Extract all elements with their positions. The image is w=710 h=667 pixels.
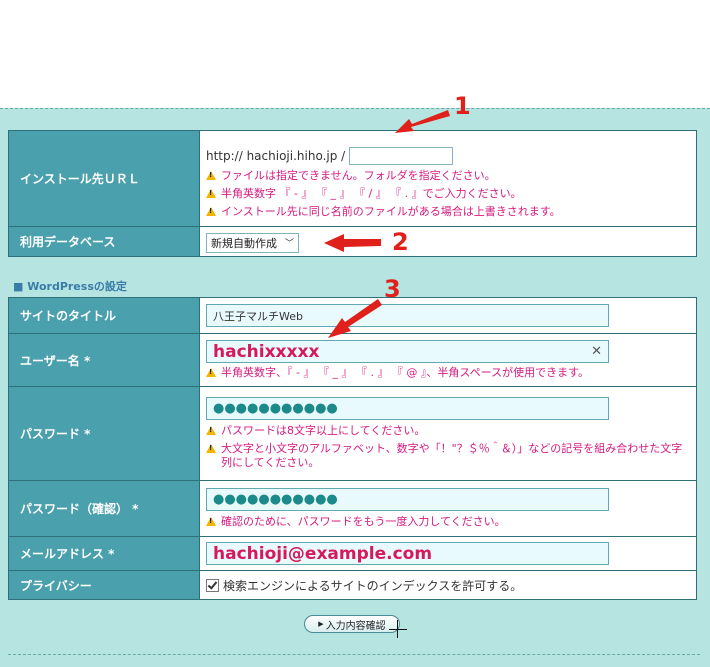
annotation-number-2: 2 xyxy=(392,228,409,256)
annotation-number-3: 3 xyxy=(384,275,401,303)
annotation-number-1: 1 xyxy=(454,92,471,120)
annotation-arrow-3 xyxy=(328,299,382,338)
annotation-arrow-1 xyxy=(395,110,450,133)
annotation-arrow-2 xyxy=(324,234,381,252)
annotation-arrows xyxy=(324,110,450,338)
